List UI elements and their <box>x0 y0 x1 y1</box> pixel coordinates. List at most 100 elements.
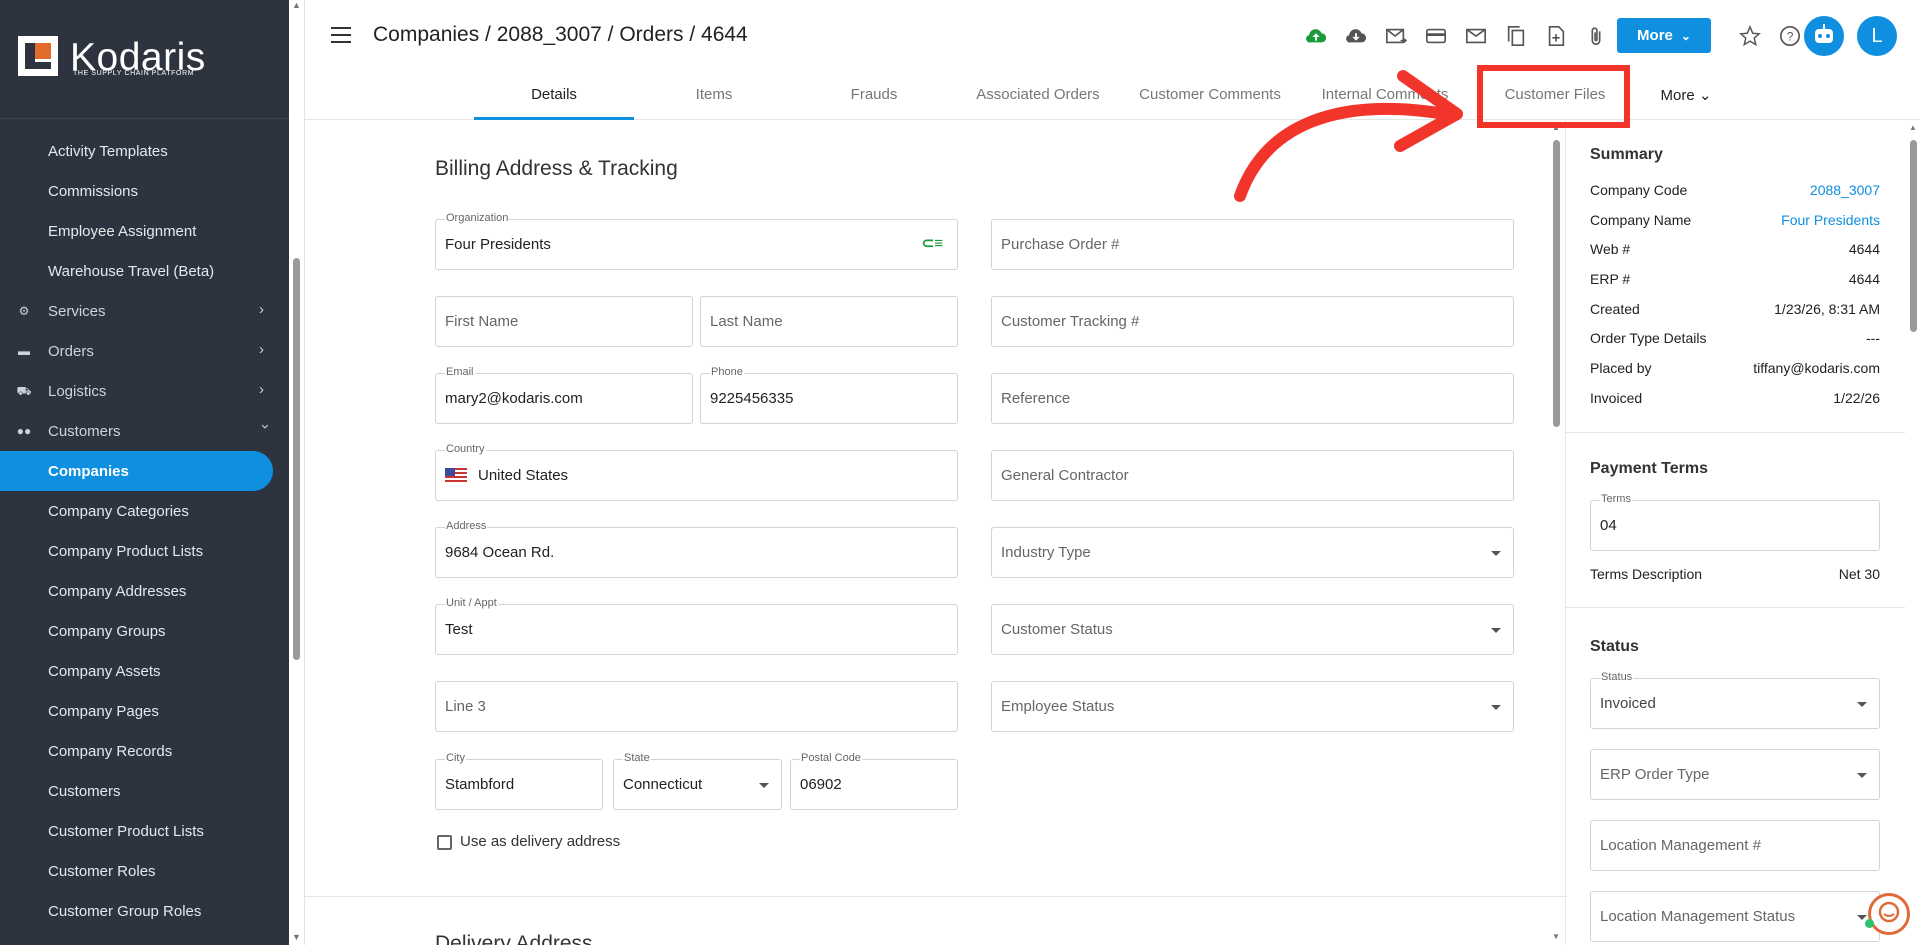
file-add-icon[interactable] <box>1545 25 1567 47</box>
summary-key: Web # <box>1590 241 1631 257</box>
location-management-field[interactable]: Location Management # <box>1590 820 1880 871</box>
dropdown-arrow-icon <box>1857 914 1867 920</box>
sidebar-item-customer-group-roles[interactable]: Customer Group Roles <box>0 891 289 931</box>
location-management-status-select[interactable]: Location Management Status <box>1590 891 1880 942</box>
summary-scrollbar[interactable]: ▲ <box>1905 120 1920 945</box>
state-select[interactable]: State Connecticut <box>613 752 782 810</box>
organization-field[interactable]: Organization Four Presidents ⊂≡ <box>435 212 958 270</box>
sidebar-group-orders[interactable]: ▬ Orders › <box>0 331 289 371</box>
copy-icon[interactable] <box>1505 25 1527 47</box>
sidebar-item-companies[interactable]: Companies <box>0 451 273 491</box>
more-button[interactable]: More ⌄ <box>1617 18 1711 53</box>
dropdown-arrow-icon <box>1491 704 1501 710</box>
chevron-right-icon: › <box>259 381 264 398</box>
industry-type-select[interactable]: Industry Type <box>991 527 1514 578</box>
summary-value: 4644 <box>1848 241 1880 257</box>
details-panel: Billing Address & Tracking Organization … <box>305 120 1567 945</box>
company-name-link[interactable]: Four Presidents <box>1781 212 1880 228</box>
avatar[interactable]: L <box>1857 16 1897 56</box>
reference-field[interactable]: Reference <box>991 373 1514 424</box>
sidebar-item-customer-roles[interactable]: Customer Roles <box>0 851 289 891</box>
company-code-link[interactable]: 2088_3007 <box>1810 182 1880 198</box>
last-name-field[interactable]: Last Name <box>700 296 958 347</box>
status-value: Invoiced <box>1600 695 1656 712</box>
sidebar-item-employee-assignment[interactable]: Employee Assignment <box>0 211 289 251</box>
sidebar-item-company-product-lists[interactable]: Company Product Lists <box>0 531 289 571</box>
scrollbar-thumb[interactable] <box>293 258 300 660</box>
organization-label: Organization <box>445 212 510 224</box>
delivery-address-checkbox[interactable] <box>437 835 452 850</box>
summary-row-order-type-details: Order Type Details --- <box>1590 330 1880 350</box>
summary-row-erp: ERP # 4644 <box>1590 271 1880 291</box>
tab-associated-orders[interactable]: Associated Orders <box>954 86 1122 103</box>
lookup-icon[interactable]: ⊂≡ <box>922 234 943 252</box>
sidebar-group-logistics[interactable]: ⛟ Logistics › <box>0 371 289 411</box>
sidebar-item-activity-templates[interactable]: Activity Templates <box>0 131 289 171</box>
customer-status-placeholder: Customer Status <box>1001 621 1113 638</box>
chat-support-icon[interactable] <box>1868 893 1910 935</box>
sidebar-item-customers[interactable]: Customers <box>0 771 289 811</box>
logo[interactable]: Kodaris THE SUPPLY CHAIN PLATFORM <box>0 0 289 119</box>
scroll-up-icon[interactable]: ▲ <box>292 0 301 10</box>
star-icon[interactable] <box>1739 25 1761 47</box>
employee-status-select[interactable]: Employee Status <box>991 681 1514 732</box>
erp-order-type-select[interactable]: ERP Order Type <box>1590 749 1880 800</box>
scrollbar-thumb[interactable] <box>1553 140 1560 427</box>
summary-value: 1/23/26, 8:31 AM <box>1774 301 1880 317</box>
sidebar-item-company-categories[interactable]: Company Categories <box>0 491 289 531</box>
mail-send-icon[interactable] <box>1385 25 1407 47</box>
credit-card-icon[interactable] <box>1425 25 1447 47</box>
sidebar-item-label: Customers <box>48 422 121 440</box>
purchase-order-placeholder: Purchase Order # <box>1001 236 1120 253</box>
phone-field[interactable]: Phone 9225456335 <box>700 366 958 424</box>
tab-frauds[interactable]: Frauds <box>794 86 954 103</box>
hamburger-menu-icon[interactable] <box>331 27 351 43</box>
bot-icon[interactable] <box>1804 16 1844 56</box>
mail-icon[interactable] <box>1465 25 1487 47</box>
tab-items[interactable]: Items <box>634 86 794 103</box>
line3-field[interactable]: Line 3 <box>435 681 958 732</box>
general-contractor-field[interactable]: General Contractor <box>991 450 1514 501</box>
scroll-down-icon[interactable]: ▼ <box>1552 932 1560 941</box>
scroll-up-icon[interactable]: ▲ <box>1909 123 1917 132</box>
sidebar-scrollbar[interactable]: ▲ ▼ <box>289 0 305 945</box>
customer-tracking-field[interactable]: Customer Tracking # <box>991 296 1514 347</box>
sidebar-group-customers[interactable]: ●● Customers › <box>0 411 289 451</box>
purchase-order-field[interactable]: Purchase Order # <box>991 219 1514 270</box>
address-field[interactable]: Address 9684 Ocean Rd. <box>435 520 958 578</box>
tab-more[interactable]: More ⌄ <box>1638 86 1734 104</box>
email-field[interactable]: Email mary2@kodaris.com <box>435 366 693 424</box>
sidebar-item-warehouse-travel[interactable]: Warehouse Travel (Beta) <box>0 251 289 291</box>
country-field[interactable]: Country United States <box>435 443 958 501</box>
sidebar-item-customer-product-lists[interactable]: Customer Product Lists <box>0 811 289 851</box>
main-scrollbar[interactable]: ▲ ▼ <box>1546 120 1562 945</box>
sidebar-item-company-assets[interactable]: Company Assets <box>0 651 289 691</box>
sidebar-item-label: Commissions <box>48 182 139 200</box>
email-value: mary2@kodaris.com <box>445 390 583 407</box>
customer-status-select[interactable]: Customer Status <box>991 604 1514 655</box>
sidebar-item-label: Customer Product Lists <box>48 822 204 840</box>
status-select[interactable]: Status Invoiced <box>1590 671 1880 729</box>
cloud-upload-icon[interactable] <box>1305 25 1327 47</box>
terms-field[interactable]: Terms 04 <box>1590 493 1880 551</box>
first-name-field[interactable]: First Name <box>435 296 693 347</box>
sidebar-item-company-records[interactable]: Company Records <box>0 731 289 771</box>
scrollbar-thumb[interactable] <box>1910 140 1917 332</box>
sidebar-group-services[interactable]: ⚙ Services › <box>0 291 289 331</box>
summary-row-web: Web # 4644 <box>1590 241 1880 261</box>
dropdown-arrow-icon <box>1491 550 1501 556</box>
sidebar-item-company-addresses[interactable]: Company Addresses <box>0 571 289 611</box>
sidebar-item-company-pages[interactable]: Company Pages <box>0 691 289 731</box>
attachment-icon[interactable] <box>1585 25 1607 47</box>
scroll-down-icon[interactable]: ▼ <box>292 932 301 942</box>
help-icon[interactable]: ? <box>1779 25 1801 47</box>
unit-field[interactable]: Unit / Appt Test <box>435 597 958 655</box>
postal-code-value: 06902 <box>800 776 842 793</box>
postal-code-field[interactable]: Postal Code 06902 <box>790 752 958 810</box>
summary-row-created: Created 1/23/26, 8:31 AM <box>1590 301 1880 321</box>
city-field[interactable]: City Stambford <box>435 752 603 810</box>
sidebar-item-company-groups[interactable]: Company Groups <box>0 611 289 651</box>
tab-details[interactable]: Details <box>474 86 634 103</box>
cloud-download-icon[interactable] <box>1345 25 1367 47</box>
sidebar-item-commissions[interactable]: Commissions <box>0 171 289 211</box>
